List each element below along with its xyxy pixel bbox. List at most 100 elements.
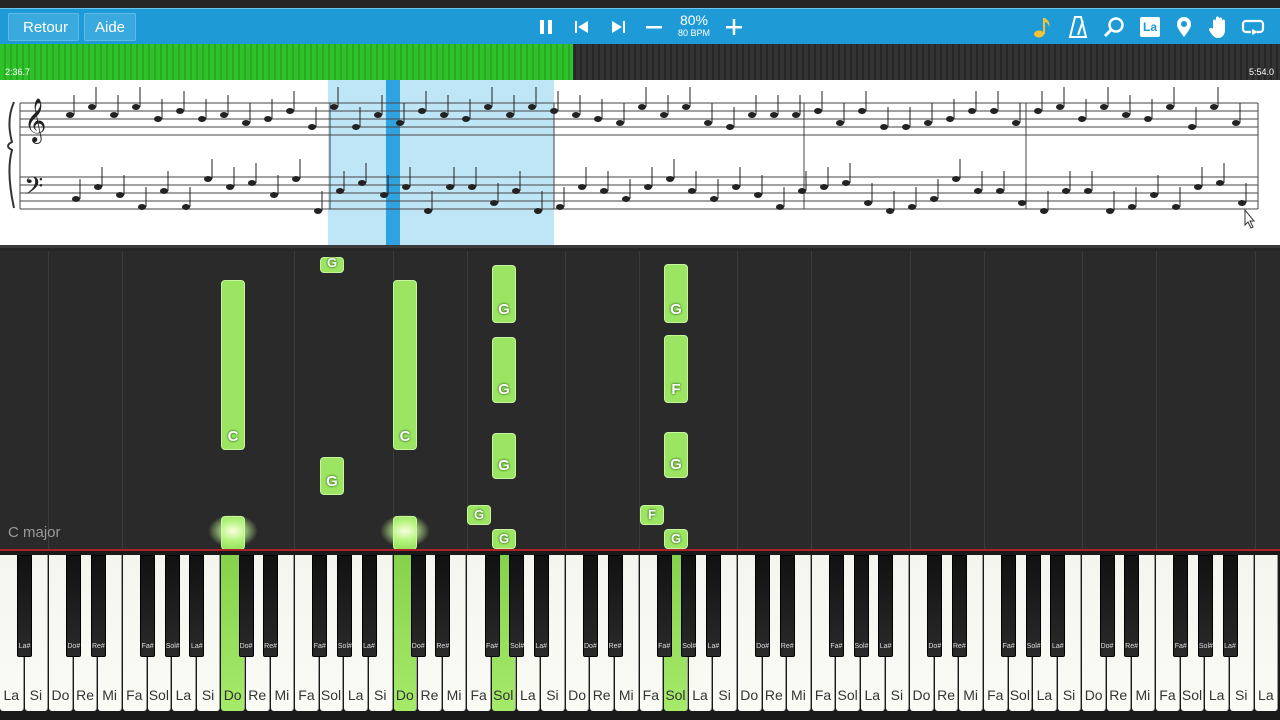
falling-note-label: G [670, 456, 682, 473]
falling-notes-area: GCGCGGGGFGGGGF [0, 251, 1280, 549]
falling-note: G [664, 529, 688, 549]
white-key-label: Sol [493, 687, 514, 703]
black-key[interactable]: Fa# [656, 555, 672, 657]
zoom-icon[interactable] [1098, 11, 1130, 43]
black-key[interactable]: La# [705, 555, 721, 657]
white-key-label: Do [912, 687, 931, 703]
help-button[interactable]: Aide [84, 13, 137, 41]
black-key[interactable]: Fa# [312, 555, 328, 657]
total-time: 5:54.0 [1248, 67, 1274, 77]
black-key-label: Do# [928, 643, 942, 650]
white-key-label: Fa [126, 687, 143, 703]
white-key-label: La [3, 687, 20, 703]
black-key[interactable]: Fa# [1173, 555, 1189, 657]
black-key[interactable]: Do# [66, 555, 82, 657]
back-button[interactable]: Retour [8, 13, 80, 41]
black-key[interactable]: Do# [1099, 555, 1115, 657]
black-key[interactable]: Re# [779, 555, 795, 657]
falling-note-label: F [648, 507, 656, 522]
black-key[interactable]: Sol# [681, 555, 696, 657]
black-key[interactable]: Sol# [1025, 555, 1041, 657]
black-key[interactable]: La# [361, 555, 377, 657]
black-key-label: Do# [239, 643, 253, 650]
black-key[interactable]: Do# [755, 555, 771, 657]
black-key[interactable]: Sol# [509, 555, 524, 657]
minus-icon[interactable] [638, 11, 670, 43]
white-key-label: La [520, 687, 536, 703]
black-key[interactable]: La# [533, 555, 549, 657]
white-key[interactable]: La [1254, 555, 1279, 711]
black-key[interactable]: Re# [90, 555, 106, 657]
plus-icon[interactable] [718, 11, 750, 43]
falling-note: G [320, 457, 344, 495]
black-key[interactable]: Fa# [1001, 555, 1017, 657]
white-key-label: Re [764, 687, 783, 703]
black-key-label: Do# [1100, 643, 1114, 650]
black-key-label: Sol# [1198, 643, 1213, 650]
black-key[interactable]: Sol# [1197, 555, 1213, 657]
black-key[interactable]: La# [189, 555, 205, 657]
black-key[interactable]: Re# [607, 555, 623, 657]
black-key-label: Do# [67, 643, 81, 650]
white-key-label: La [175, 687, 192, 703]
note-names-icon[interactable]: La [1134, 11, 1166, 43]
black-key-label: Sol# [165, 643, 180, 650]
white-key-label: Mi [963, 687, 979, 703]
white-key-label: Si [1235, 687, 1248, 703]
black-key[interactable]: Fa# [484, 555, 500, 657]
grid-line [1082, 251, 1083, 549]
tempo-display: 80% 80 BPM [670, 13, 718, 39]
black-key[interactable]: La# [1050, 555, 1066, 657]
black-key[interactable]: Sol# [853, 555, 869, 657]
grid-line [984, 251, 985, 549]
white-key-label: Fa [298, 687, 315, 703]
svg-text:𝄞: 𝄞 [24, 98, 46, 144]
grid-line [1255, 251, 1256, 549]
black-key-label: La# [1051, 643, 1064, 650]
location-icon[interactable] [1168, 11, 1200, 43]
synthesia-app: Retour Aide 80% 80 BPM La 2:36.7 5:54.0 … [0, 0, 1280, 720]
skip-forward-icon[interactable] [602, 11, 634, 43]
black-key[interactable]: Re# [435, 555, 451, 657]
white-key-label: Do [740, 687, 759, 703]
black-key[interactable]: Do# [582, 555, 598, 657]
black-key-label: La# [535, 643, 548, 650]
grid-line [737, 251, 738, 549]
grid-line [1156, 251, 1157, 549]
note-icon[interactable] [1026, 11, 1058, 43]
black-key-label: Re# [780, 643, 794, 650]
black-key-label: Sol# [337, 643, 352, 650]
skip-back-icon[interactable] [566, 11, 598, 43]
black-key[interactable]: Sol# [164, 555, 180, 657]
black-key[interactable]: Do# [410, 555, 426, 657]
grid-line [639, 251, 640, 549]
piano-keyboard[interactable]: La Si Do Re Mi Fa Sol La Si Do Re Mi Fa Sol La Si Do Re Mi… [0, 549, 1280, 720]
black-key[interactable]: Do# [927, 555, 943, 657]
white-key-label: La [864, 687, 881, 703]
black-key[interactable]: La# [878, 555, 894, 657]
progress-bar[interactable]: 2:36.7 5:54.0 [0, 44, 1280, 80]
white-key-label: Sol [837, 687, 858, 703]
black-key[interactable]: La# [1222, 555, 1238, 657]
loop-icon[interactable] [1238, 11, 1270, 43]
black-key[interactable]: La# [17, 555, 33, 657]
black-key[interactable]: Fa# [828, 555, 844, 657]
black-key[interactable]: Sol# [336, 555, 352, 657]
pause-icon[interactable] [530, 11, 562, 43]
white-key-label: Fa [987, 687, 1004, 703]
hand-icon[interactable] [1203, 11, 1235, 43]
black-key[interactable]: Re# [263, 555, 279, 657]
toolbar: Retour Aide 80% 80 BPM La [0, 8, 1280, 44]
white-key-label: Re [420, 687, 439, 703]
sheet-music[interactable]: 𝄞 𝄢 [0, 80, 1280, 248]
white-key-label: Sol [1009, 687, 1030, 703]
white-key-label: Sol [320, 687, 342, 703]
white-key-label: Mi [102, 687, 118, 703]
black-key[interactable]: Re# [1124, 555, 1140, 657]
black-key[interactable]: Do# [238, 555, 254, 657]
metronome-icon[interactable] [1062, 11, 1094, 43]
note-glow [208, 514, 258, 548]
black-key[interactable]: Fa# [140, 555, 156, 657]
black-key-label: Do# [583, 643, 597, 650]
black-key[interactable]: Re# [951, 555, 967, 657]
